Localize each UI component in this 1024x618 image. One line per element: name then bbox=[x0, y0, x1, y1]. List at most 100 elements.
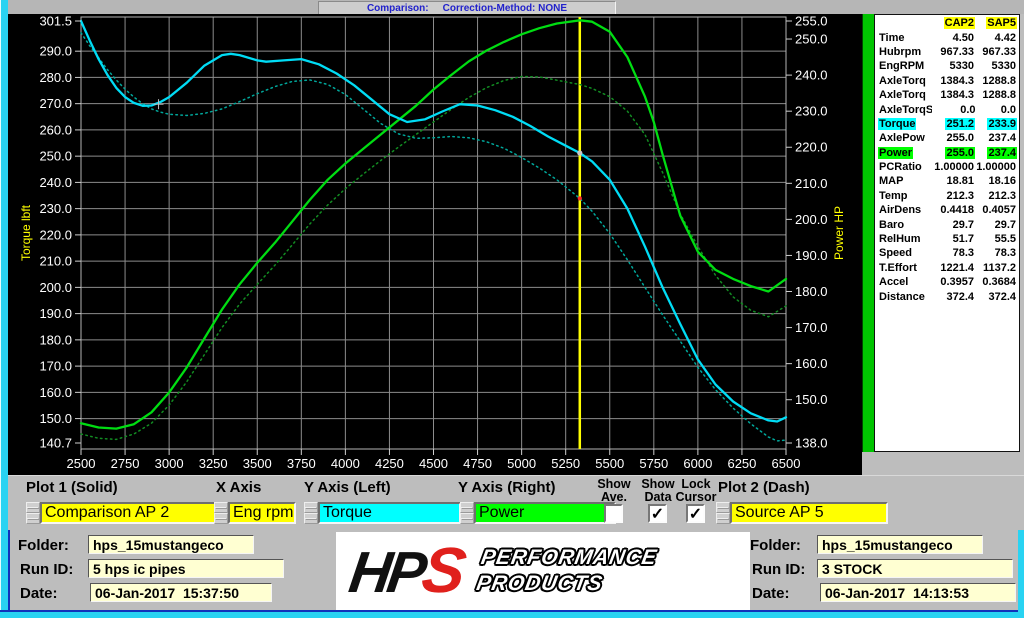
y-left-spinner[interactable] bbox=[304, 502, 318, 524]
folder-field-right[interactable]: hps_15mustangeco bbox=[817, 535, 983, 554]
channel-value-sap5: 18.16 bbox=[975, 175, 1017, 187]
x-tick-label: 3750 bbox=[287, 456, 316, 471]
x-tick-label: 6250 bbox=[727, 456, 756, 471]
folder-field-left[interactable]: hps_15mustangeco bbox=[88, 535, 254, 554]
date-label: Date: bbox=[20, 585, 58, 602]
show-ave-checkbox[interactable] bbox=[604, 504, 623, 523]
channel-value-sap5: 372.4 bbox=[975, 291, 1017, 303]
x-tick-label: 4000 bbox=[331, 456, 360, 471]
spin-up-button[interactable] bbox=[304, 502, 318, 513]
table-row: MAP18.8118.16 bbox=[878, 174, 1017, 188]
channel-value-sap5: 212.3 bbox=[975, 190, 1017, 202]
plot2-value[interactable]: Source AP 5 bbox=[730, 502, 888, 524]
x-tick-label: 4750 bbox=[463, 456, 492, 471]
table-row: Baro29.729.7 bbox=[878, 217, 1017, 231]
dyno-chart[interactable]: 301.5290.0280.0270.0260.0250.0240.0230.0… bbox=[8, 14, 862, 475]
table-row: Time4.504.42 bbox=[878, 30, 1017, 44]
y-axis-right-value[interactable]: Power bbox=[474, 502, 616, 524]
y-axis-left-value[interactable]: Torque bbox=[318, 502, 461, 524]
table-row: AxleTorqS0.00.0 bbox=[878, 102, 1017, 116]
show-data-checkbox[interactable]: ✓ bbox=[648, 504, 667, 523]
channel-value-cap2: 0.3957 bbox=[929, 276, 975, 288]
run-info-bar: Folder: hps_15mustangeco Run ID: 5 hps i… bbox=[8, 530, 1018, 612]
spin-down-button[interactable] bbox=[26, 513, 40, 524]
x-tick-label: 5000 bbox=[507, 456, 536, 471]
channel-label: AxleTorq bbox=[878, 89, 929, 101]
table-row: Hubrpm967.33967.33 bbox=[878, 45, 1017, 59]
show-ave-label: ShowAve. bbox=[592, 478, 636, 504]
channel-label: AirDens bbox=[878, 204, 929, 216]
channel-value-cap2: 1384.3 bbox=[929, 75, 975, 87]
table-row: AxleTorq1384.31288.8 bbox=[878, 88, 1017, 102]
channel-value-cap2: 372.4 bbox=[929, 291, 975, 303]
channel-value-sap5: 5330 bbox=[975, 60, 1017, 72]
x-axis-spinner[interactable] bbox=[214, 502, 228, 524]
spin-down-button[interactable] bbox=[304, 513, 318, 524]
plot2-combo[interactable]: Source AP 5 bbox=[716, 502, 888, 524]
date-label: Date: bbox=[752, 585, 790, 602]
run-id-field-left[interactable]: 5 hps ic pipes bbox=[88, 559, 284, 578]
right-tick-label: 250.0 bbox=[795, 32, 828, 47]
channel-label: Distance bbox=[878, 291, 929, 303]
spin-up-button[interactable] bbox=[716, 502, 730, 513]
x-axis-combo[interactable]: Eng rpm bbox=[214, 502, 296, 524]
lock-cursor-checkbox[interactable]: ✓ bbox=[686, 504, 705, 523]
plot1-spinner[interactable] bbox=[26, 502, 40, 524]
y-axis-right-label: Y Axis (Right) bbox=[458, 479, 556, 496]
y-right-spinner[interactable] bbox=[460, 502, 474, 524]
right-tick-label: 200.0 bbox=[795, 212, 828, 227]
right-tick-label: 160.0 bbox=[795, 356, 828, 371]
y-axis-left-combo[interactable]: Torque bbox=[304, 502, 461, 524]
channel-value-cap2: 212.3 bbox=[929, 190, 975, 202]
left-tick-label: 290.0 bbox=[39, 44, 72, 59]
x-tick-label: 4500 bbox=[419, 456, 448, 471]
run-id-field-right[interactable]: 3 STOCK bbox=[817, 559, 1013, 578]
date-field-left[interactable]: 06-Jan-2017 15:37:50 bbox=[90, 583, 272, 602]
chart-area: 301.5290.0280.0270.0260.0250.0240.0230.0… bbox=[8, 14, 862, 475]
channel-label: EngRPM bbox=[878, 60, 929, 72]
channel-value-cap2: 1.00000 bbox=[929, 161, 975, 173]
left-tick-label: 150.0 bbox=[39, 411, 72, 426]
channel-value-sap5: 4.42 bbox=[975, 32, 1017, 44]
channel-value-sap5: 1137.2 bbox=[975, 262, 1017, 274]
dyno-app-window: Comparison: Correction-Method: NONE 301.… bbox=[0, 0, 1024, 618]
channel-value-sap5: 237.4 bbox=[975, 147, 1017, 159]
spin-down-button[interactable] bbox=[460, 513, 474, 524]
channel-label: T.Effort bbox=[878, 262, 929, 274]
channel-label: PCRatio bbox=[878, 161, 929, 173]
channel-label: Power bbox=[878, 147, 929, 159]
plot1-value[interactable]: Comparison AP 2 bbox=[40, 502, 218, 524]
channel-label: Baro bbox=[878, 219, 929, 231]
x-axis-value[interactable]: Eng rpm bbox=[228, 502, 296, 524]
spin-down-button[interactable] bbox=[716, 513, 730, 524]
date-field-right[interactable]: 06-Jan-2017 14:13:53 bbox=[820, 583, 1016, 602]
spin-down-button[interactable] bbox=[214, 513, 228, 524]
channel-label: Temp bbox=[878, 190, 929, 202]
table-row: Power255.0237.4 bbox=[878, 146, 1017, 160]
left-tick-label: 240.0 bbox=[39, 175, 72, 190]
column-header: SAP5 bbox=[975, 17, 1017, 29]
x-tick-label: 3500 bbox=[243, 456, 272, 471]
left-axis-title: Torque lbft bbox=[19, 204, 33, 261]
channel-value-sap5: 1.00000 bbox=[975, 161, 1017, 173]
table-row: Torque251.2233.9 bbox=[878, 117, 1017, 131]
plot1-combo[interactable]: Comparison AP 2 bbox=[26, 502, 218, 524]
hps-logo-text: PERFORMANCE PRODUCTS bbox=[475, 545, 660, 597]
folder-label: Folder: bbox=[18, 537, 69, 554]
left-tick-label: 200.0 bbox=[39, 280, 72, 295]
spin-up-button[interactable] bbox=[26, 502, 40, 513]
x-tick-label: 4250 bbox=[375, 456, 404, 471]
window-border-line bbox=[8, 530, 10, 618]
spin-up-button[interactable] bbox=[460, 502, 474, 513]
y-axis-right-combo[interactable]: Power bbox=[460, 502, 616, 524]
left-tick-label: 210.0 bbox=[39, 254, 72, 269]
table-row: AxlePow255.0237.4 bbox=[878, 131, 1017, 145]
plot2-label: Plot 2 (Dash) bbox=[718, 479, 810, 496]
channel-label: Accel bbox=[878, 276, 929, 288]
plot2-spinner[interactable] bbox=[716, 502, 730, 524]
channel-value-sap5: 233.9 bbox=[975, 118, 1017, 130]
spin-up-button[interactable] bbox=[214, 502, 228, 513]
right-tick-label: 230.0 bbox=[795, 104, 828, 119]
title-bar: Comparison: Correction-Method: NONE bbox=[8, 0, 1024, 14]
window-border-bottom bbox=[0, 612, 1024, 618]
